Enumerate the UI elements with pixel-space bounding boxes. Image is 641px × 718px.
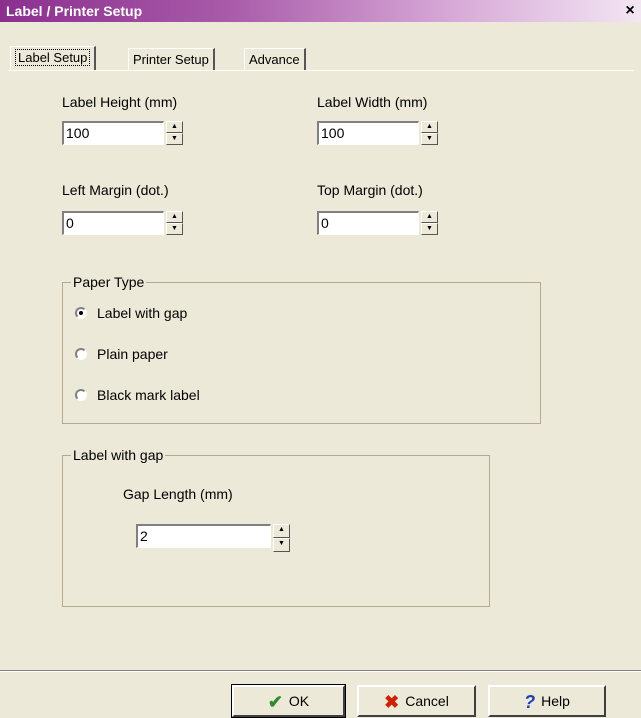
radio-plain-paper[interactable]: Plain paper: [75, 346, 168, 362]
tab-panel-border: [8, 70, 634, 71]
ok-button[interactable]: ✔ OK: [231, 684, 346, 718]
left-margin-spinner: ▲ ▼: [166, 211, 183, 235]
radio-label-with-gap[interactable]: Label with gap: [75, 305, 187, 321]
checkmark-icon: ✔: [267, 692, 283, 712]
tab-advance[interactable]: Advance: [244, 48, 306, 70]
label-width-spinner: ▲ ▼: [421, 121, 438, 145]
label-height-spinner: ▲ ▼: [166, 121, 183, 145]
ok-button-label: OK: [288, 693, 310, 709]
spin-up-icon[interactable]: ▲: [421, 121, 438, 133]
help-button-label: Help: [541, 693, 570, 709]
gap-length-input[interactable]: 2: [136, 524, 271, 548]
top-margin-input[interactable]: 0: [317, 211, 419, 235]
spin-up-icon[interactable]: ▲: [166, 121, 183, 133]
tab-label: Printer Setup: [133, 52, 209, 67]
title-bar[interactable]: Label / Printer Setup ×: [0, 0, 641, 22]
spin-up-icon[interactable]: ▲: [421, 211, 438, 223]
radio-label: Label with gap: [97, 305, 188, 321]
radio-icon[interactable]: [75, 389, 87, 401]
spin-down-icon[interactable]: ▼: [273, 538, 290, 552]
radio-icon[interactable]: [75, 348, 87, 360]
left-margin-label: Left Margin (dot.): [62, 182, 169, 198]
tab-label: Label Setup: [15, 49, 91, 66]
tab-label: Advance: [249, 52, 300, 67]
spin-down-icon[interactable]: ▼: [421, 133, 438, 145]
label-width-label: Label Width (mm): [317, 94, 428, 110]
paper-type-group: Paper Type Label with gap Plain paper Bl…: [62, 274, 541, 424]
spin-down-icon[interactable]: ▼: [166, 223, 183, 235]
question-icon: ?: [524, 692, 536, 712]
spin-up-icon[interactable]: ▲: [166, 211, 183, 223]
spin-up-icon[interactable]: ▲: [273, 524, 290, 538]
spin-down-icon[interactable]: ▼: [166, 133, 183, 145]
radio-label: Plain paper: [97, 346, 168, 362]
dialog-window: Label / Printer Setup × Label Setup Prin…: [0, 0, 641, 718]
tab-printer-setup[interactable]: Printer Setup: [128, 48, 215, 70]
radio-selected-icon[interactable]: [75, 307, 87, 319]
gap-length-label: Gap Length (mm): [123, 486, 233, 502]
left-margin-input[interactable]: 0: [62, 211, 164, 235]
top-margin-spinner: ▲ ▼: [421, 211, 438, 235]
top-margin-label: Top Margin (dot.): [317, 182, 423, 198]
gap-group: Label with gap Gap Length (mm) 2 ▲ ▼: [62, 447, 490, 607]
label-height-label: Label Height (mm): [62, 94, 178, 110]
label-width-input[interactable]: 100: [317, 121, 419, 145]
paper-type-legend: Paper Type: [71, 274, 147, 290]
footer-separator: [0, 670, 641, 672]
gap-length-spinner: ▲ ▼: [273, 524, 290, 552]
cancel-button[interactable]: ✖ Cancel: [357, 685, 476, 717]
gap-group-legend: Label with gap: [71, 447, 166, 463]
x-icon: ✖: [384, 692, 400, 712]
cancel-button-label: Cancel: [405, 693, 449, 709]
tab-label-setup[interactable]: Label Setup: [10, 46, 97, 70]
radio-black-mark-label[interactable]: Black mark label: [75, 387, 200, 403]
close-icon[interactable]: ×: [621, 2, 639, 20]
window-title: Label / Printer Setup: [6, 3, 143, 19]
spin-down-icon[interactable]: ▼: [421, 223, 438, 235]
help-button[interactable]: ? Help: [488, 685, 606, 717]
radio-label: Black mark label: [97, 387, 200, 403]
label-height-input[interactable]: 100: [62, 121, 164, 145]
